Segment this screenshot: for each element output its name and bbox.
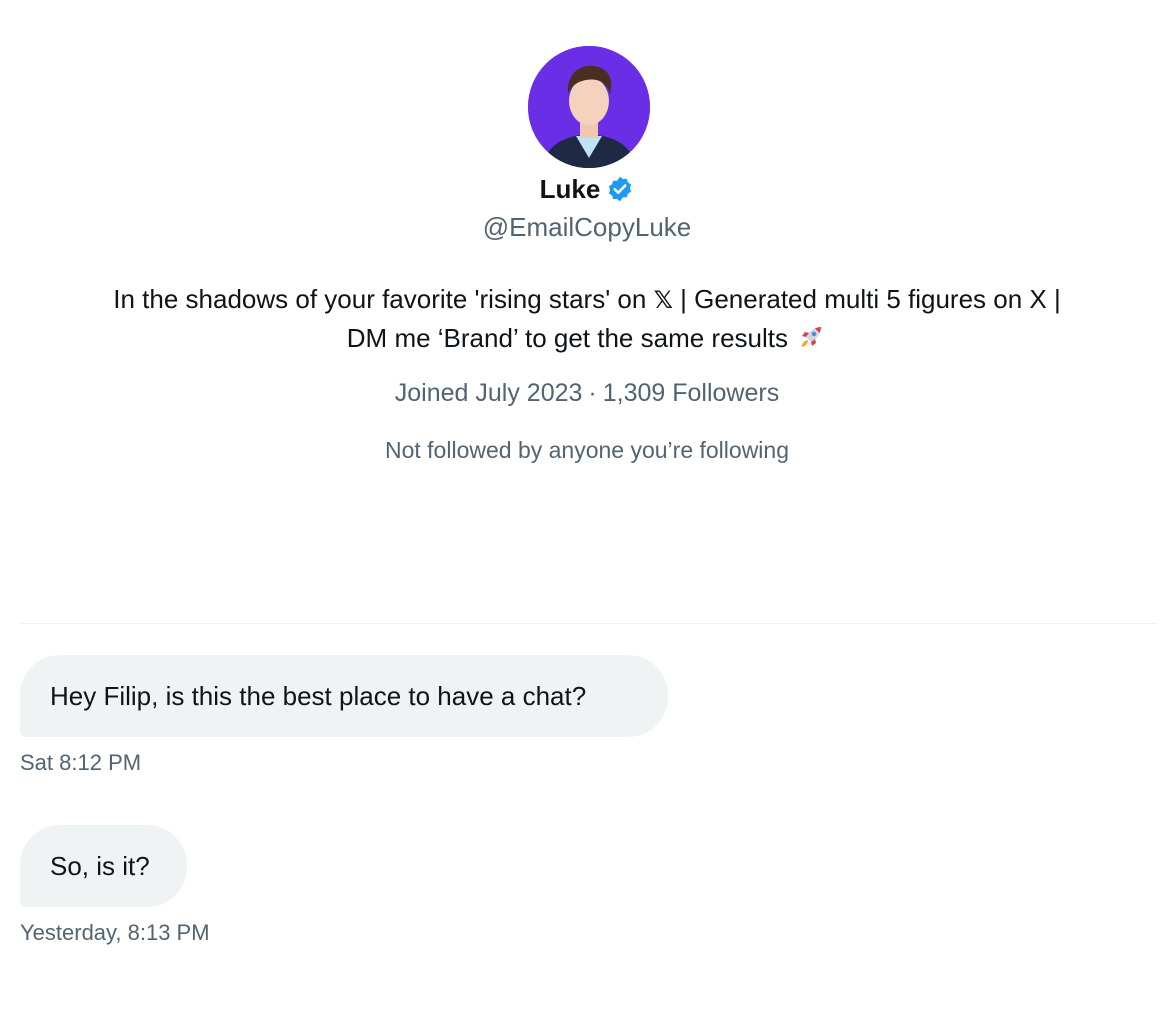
verified-badge-icon [606,175,634,203]
avatar[interactable] [528,46,650,168]
profile-meta: Joined July 2023 · 1,309 Followers [0,379,1174,408]
joined-date: Joined July 2023 [394,379,583,407]
profile-bio: In the shadows of your favorite 'rising … [40,280,1134,357]
rocket-icon [795,321,827,353]
followers-count[interactable]: 1,309 Followers [603,379,779,407]
x-logo-icon: 𝕏 [653,286,673,314]
message-text: Hey Filip, is this the best place to hav… [50,680,587,711]
avatar-photo [528,46,650,168]
profile-handle[interactable]: @EmailCopyLuke [0,212,1174,243]
profile-name[interactable]: Luke [540,174,601,205]
mutual-followers-note: Not followed by anyone you’re following [384,437,790,463]
bio-line-2: DM me ‘Brand’ to get the same results [40,319,1134,357]
message-bubble[interactable]: So, is it? [20,825,187,907]
message-text: So, is it? [50,850,150,881]
bio-line-1: In the shadows of your favorite 'rising … [40,280,1134,319]
bio-text-1b: | Generated multi 5 figures on X | [672,284,1061,314]
name-row: Luke [0,170,1174,208]
bio-text-2: DM me ‘Brand’ to get the same results [346,323,796,353]
divider [20,623,1157,624]
message-timestamp: Sat 8:12 PM [20,750,142,775]
bio-text-1a: In the shadows of your favorite 'rising … [113,284,654,314]
meta-separator: · [588,379,597,407]
message-timestamp: Yesterday, 8:13 PM [20,920,210,945]
message-bubble[interactable]: Hey Filip, is this the best place to hav… [20,655,668,737]
